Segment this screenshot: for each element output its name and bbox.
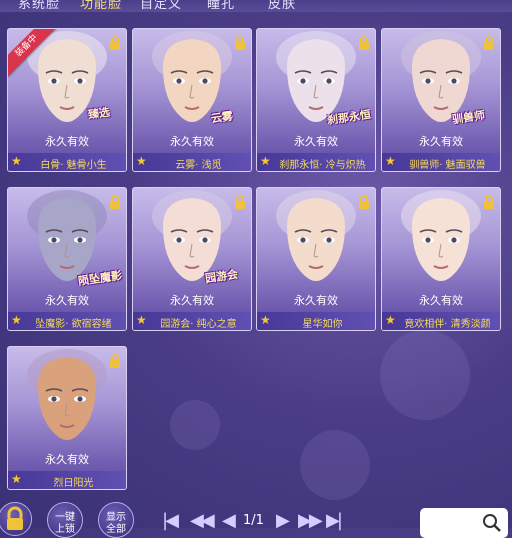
show-all-button[interactable]: 显示 全部: [98, 502, 134, 538]
card-name-bar: ★ 竟欢相伴· 清秀淡颜: [382, 312, 500, 330]
card-name-bar: ★ 星华如你: [257, 312, 375, 330]
tab-function-face[interactable]: 功能脸: [80, 0, 122, 12]
lock-icon: [235, 195, 245, 209]
card-status: 永久有效: [170, 135, 214, 148]
card-name: 驯兽师· 魅面驭兽: [409, 160, 486, 171]
card-status: 永久有效: [294, 135, 338, 148]
star-icon: ★: [385, 154, 396, 168]
series-badge: 臻选: [87, 105, 111, 122]
search-field[interactable]: [420, 508, 508, 538]
bokeh-light: [170, 400, 220, 450]
card-status: 永久有效: [45, 453, 89, 466]
tab-pupil[interactable]: 瞳孔: [207, 0, 235, 12]
card-name: 刹那永恒· 冷与炽热: [279, 160, 366, 171]
card-status: 永久有效: [45, 135, 89, 148]
face-card[interactable]: 刹那永恒 永久有效 ★ 刹那永恒· 冷与炽热: [256, 28, 376, 172]
card-name-bar: ★ 白骨· 魅骨小生: [8, 153, 126, 171]
lock-icon: [110, 354, 120, 368]
face-card[interactable]: 陨坠魔影 永久有效 ★ 坠魔影· 欲宿容绪: [7, 187, 127, 331]
card-name-bar: ★ 云雾· 浅觅: [133, 153, 251, 171]
card-name: 云雾· 浅觅: [175, 160, 222, 171]
series-badge: 云雾: [210, 109, 234, 126]
card-name-bar: ★ 坠魔影· 欲宿容绪: [8, 312, 126, 330]
star-icon: ★: [11, 472, 22, 486]
card-name: 烈日阳光: [53, 478, 94, 489]
card-name: 坠魔影· 欲宿容绪: [35, 319, 112, 330]
card-name: 园游会· 纯心之意: [160, 319, 237, 330]
star-icon: ★: [11, 313, 22, 327]
lock-icon: [235, 36, 245, 50]
card-status: 永久有效: [170, 294, 214, 307]
tab-system-face[interactable]: 系统脸: [18, 0, 60, 12]
face-card[interactable]: 园游会 永久有效 ★ 园游会· 纯心之意: [132, 187, 252, 331]
bokeh-light: [300, 430, 370, 500]
face-card[interactable]: 云雾永久有效 ★ 云雾· 浅觅: [132, 28, 252, 172]
face-card[interactable]: 装备中 臻选 永久有效 ★ 白骨· 魅骨小生: [7, 28, 127, 172]
card-name: 竟欢相伴· 清秀淡颜: [404, 319, 491, 330]
star-icon: ★: [136, 154, 147, 168]
lock-icon: [110, 36, 120, 50]
star-icon: ★: [260, 313, 271, 327]
star-icon: ★: [385, 313, 396, 327]
lock-toggle-button[interactable]: [0, 502, 32, 536]
star-icon: ★: [260, 154, 271, 168]
card-status: 永久有效: [419, 135, 463, 148]
card-name-bar: ★ 园游会· 纯心之意: [133, 312, 251, 330]
card-name-bar: ★ 刹那永恒· 冷与炽热: [257, 153, 375, 171]
face-card[interactable]: 永久有效 ★ 烈日阳光: [7, 346, 127, 490]
card-status: 永久有效: [419, 294, 463, 307]
tab-bar: 系统脸 功能脸 自定义 瞳孔 皮肤: [0, 0, 512, 12]
card-name: 白骨· 魅骨小生: [40, 160, 107, 171]
card-status: 永久有效: [45, 294, 89, 307]
lock-all-button[interactable]: 一键 上锁: [47, 502, 83, 538]
padlock-icon: [7, 506, 23, 530]
lock-icon: [359, 195, 369, 209]
search-icon: [483, 514, 501, 532]
lock-icon: [359, 36, 369, 50]
lock-icon: [484, 36, 494, 50]
card-name-bar: ★ 驯兽师· 魅面驭兽: [382, 153, 500, 171]
card-name: 星华如你: [302, 319, 343, 330]
page-indicator: 1/1: [243, 513, 264, 528]
lock-icon: [110, 195, 120, 209]
star-icon: ★: [11, 154, 22, 168]
card-name-bar: ★ 烈日阳光: [8, 471, 126, 489]
face-card[interactable]: 驯兽师 永久有效 ★ 驯兽师· 魅面驭兽: [381, 28, 501, 172]
card-status: 永久有效: [294, 294, 338, 307]
tab-skin[interactable]: 皮肤: [268, 0, 296, 12]
lock-icon: [484, 195, 494, 209]
star-icon: ★: [136, 313, 147, 327]
face-card[interactable]: 永久有效 ★ 竟欢相伴· 清秀淡颜: [381, 187, 501, 331]
face-card[interactable]: 永久有效 ★ 星华如你: [256, 187, 376, 331]
bokeh-light: [380, 330, 470, 420]
tab-custom[interactable]: 自定义: [140, 0, 182, 12]
